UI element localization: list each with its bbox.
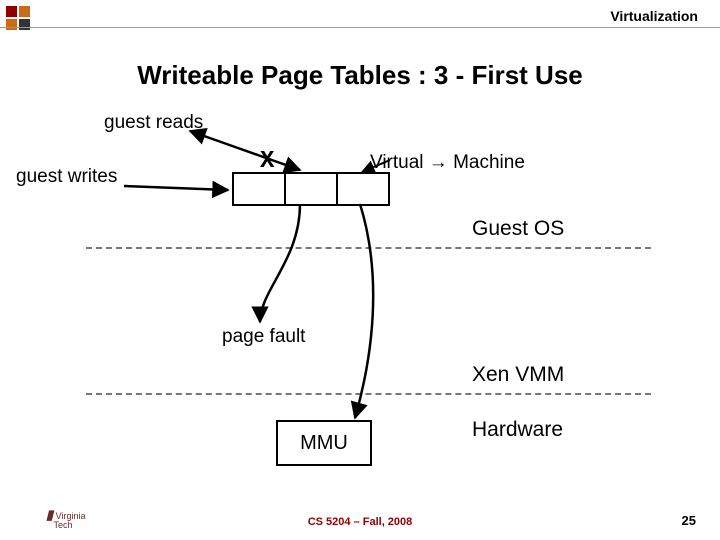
footer-course: CS 5204 – Fall, 2008 — [0, 516, 720, 528]
label-guest-reads: guest reads — [104, 112, 203, 134]
header-topic: Virtualization — [610, 8, 698, 24]
slide: Virtualization Writeable Page Tables : 3… — [0, 0, 720, 540]
pt-cell-0 — [232, 172, 286, 206]
mmu-box: MMU — [276, 420, 372, 466]
slide-title: Writeable Page Tables : 3 - First Use — [0, 60, 720, 91]
label-page-fault: page fault — [222, 326, 305, 348]
x-mark: X — [260, 148, 274, 175]
label-xen-vmm: Xen VMM — [472, 363, 564, 387]
label-guest-writes: guest writes — [16, 166, 117, 188]
footer-page-number: 25 — [682, 513, 696, 528]
pt-cell-2 — [336, 172, 390, 206]
label-hardware: Hardware — [472, 418, 563, 442]
pt-cell-1 — [284, 172, 338, 206]
divider-vmm-hw — [86, 393, 651, 395]
header-rule — [0, 27, 720, 28]
label-guest-os: Guest OS — [472, 217, 564, 241]
logo-square-dark — [19, 19, 30, 30]
logo-square-orange-2 — [6, 19, 17, 30]
divider-guest-vmm — [86, 247, 651, 249]
logo-square-orange-1 — [19, 6, 30, 17]
logo-square-maroon — [6, 6, 17, 17]
label-virtual-machine: Virtual → Machine — [370, 152, 525, 174]
